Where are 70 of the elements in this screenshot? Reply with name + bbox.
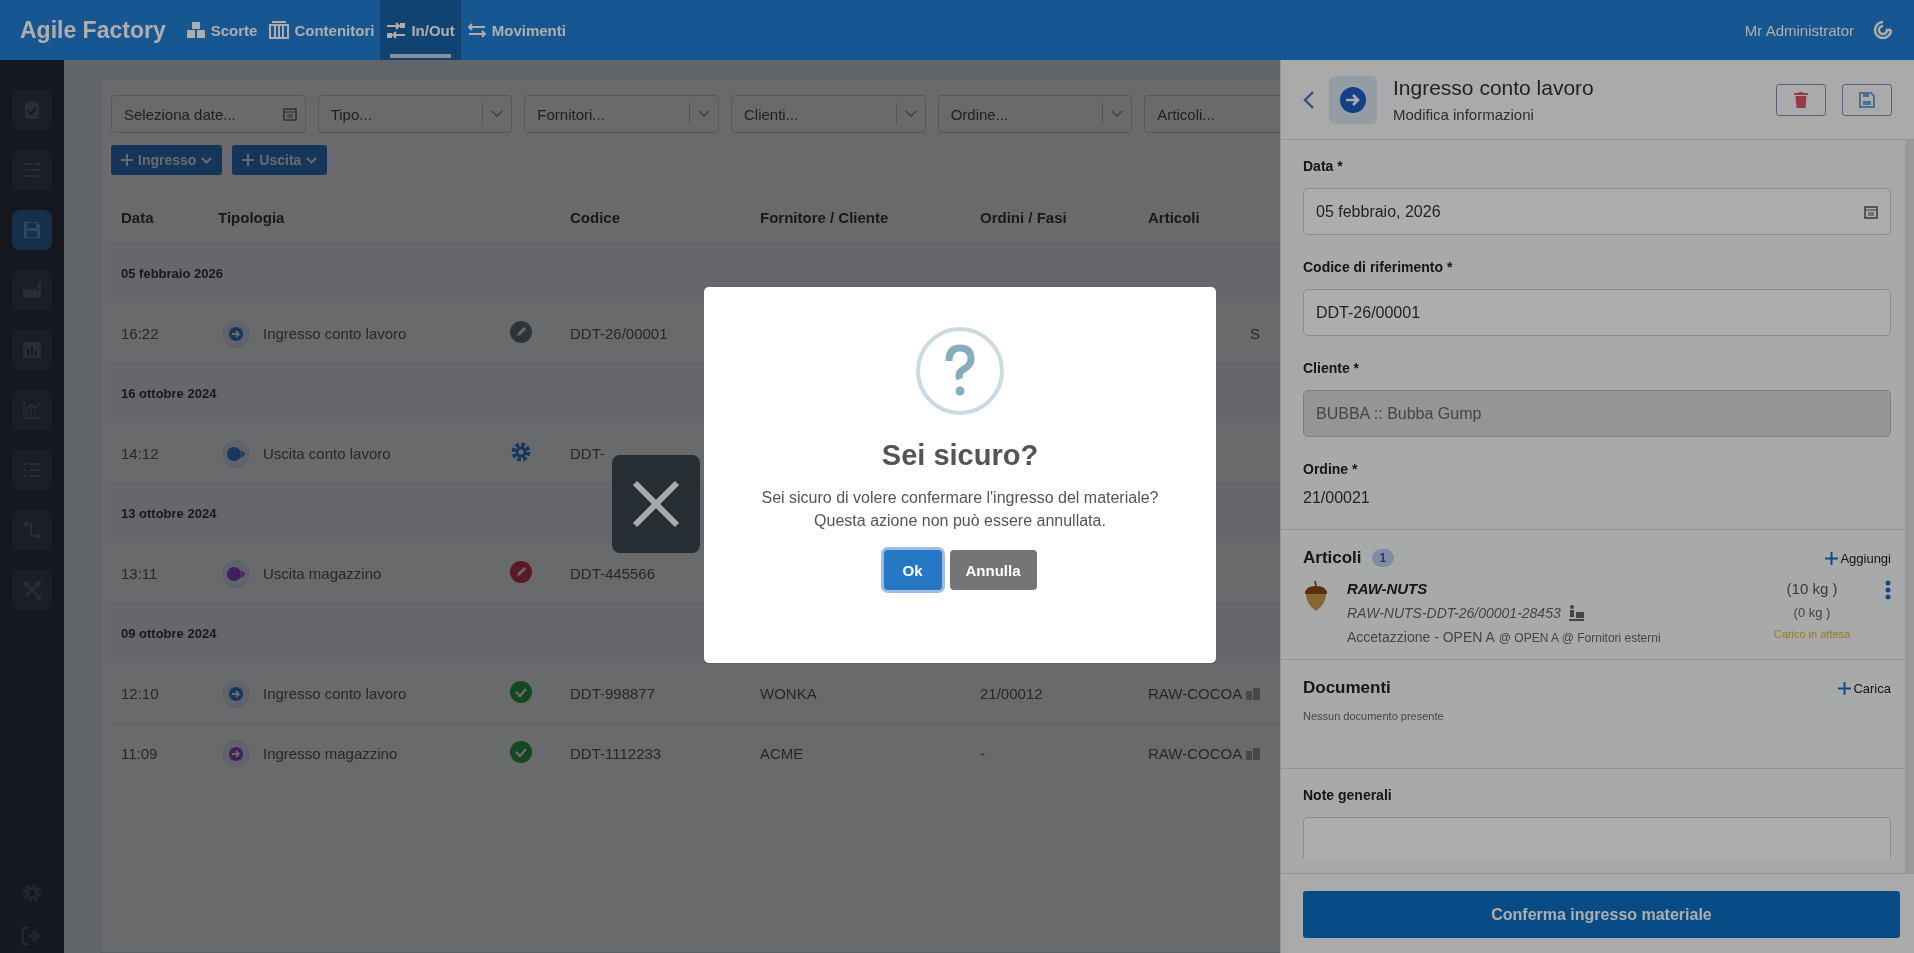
nav-link[interactable]: Scorte [179, 0, 264, 60]
order-value: 21/00021 [1303, 489, 1371, 507]
ok-button[interactable]: Ok [883, 550, 942, 590]
field-label: Note generali [1303, 787, 1393, 803]
loaded-quantity: (0 kg ) [1793, 605, 1831, 620]
select-field[interactable]: Articoli... [1144, 95, 1280, 133]
order-cell-text: - [979, 745, 986, 762]
select-field[interactable]: Ordine... [937, 95, 1133, 133]
column-header: Codice [569, 208, 621, 226]
panel-title: Ingresso conto lavoro [1393, 76, 1595, 100]
code-cell-text: DDT-445566 [569, 565, 657, 582]
confirm-button[interactable]: Conferma ingresso materiale [1303, 891, 1900, 938]
time-cell-text: 14:12 [120, 445, 160, 462]
column-header: Fornitore / Cliente [759, 208, 890, 226]
section-title: Documenti [1303, 678, 1391, 698]
select-field[interactable]: Fornitori... [524, 95, 719, 133]
cancel-button[interactable]: Annulla [949, 550, 1037, 590]
count-badge: 1 [1371, 549, 1395, 567]
code-cell-text: DDT-998877 [569, 685, 657, 702]
column-header: Data [120, 208, 155, 226]
input-field[interactable]: DDT-26/00001 [1303, 289, 1891, 336]
add-menu-button[interactable]: Ingresso [111, 145, 223, 175]
code-cell-text: DDT-1112233 [569, 745, 663, 762]
select-field[interactable]: Clienti... [731, 95, 926, 133]
user-name[interactable]: Mr Administrator [1744, 21, 1854, 39]
article-cell: S [1250, 325, 1260, 342]
field-label: Codice di riferimento * [1303, 259, 1454, 275]
supplier-cell-text: WONKA [759, 685, 818, 702]
time-cell-text: 11:09 [120, 745, 159, 762]
code-cell-text: DDT-26/00001 [569, 325, 669, 342]
status-text: Carico in attesa [1773, 628, 1851, 640]
column-header: Tipologia [217, 208, 286, 226]
date-field[interactable]: 05 febbraio, 2026 [1303, 188, 1891, 235]
column-header: Articoli [1147, 208, 1201, 226]
add-link[interactable]: Aggiungi [1825, 550, 1891, 566]
lot-code: RAW-NUTS-DDT-26/00001-28453 [1347, 605, 1561, 621]
nav-link[interactable]: In/Out [380, 0, 461, 60]
section-title: Articoli [1303, 548, 1362, 568]
field-label: Cliente * [1303, 360, 1360, 376]
add-menu-button[interactable]: Uscita [232, 145, 328, 175]
time-cell-text: 12:10 [120, 685, 160, 702]
article-name: RAW-NUTS [1347, 580, 1429, 597]
column-header: Ordini / Fasi [979, 208, 1068, 226]
dialog-title: Sei sicuro? [881, 439, 1039, 472]
select-field[interactable]: Tipo... [317, 95, 513, 133]
phase-text: Accetazzione - OPEN A [1347, 629, 1495, 645]
nav-link[interactable]: Contenitori [263, 0, 381, 60]
article-cell: RAW-COCOA [1148, 685, 1243, 702]
type-cell: Uscita conto lavoro [263, 445, 391, 462]
nav-link[interactable]: Movimenti [460, 0, 572, 60]
upload-link[interactable]: Carica [1838, 680, 1891, 696]
time-cell-text: 13:11 [120, 565, 159, 582]
field-label: Data * [1303, 158, 1344, 174]
panel-subtitle: Modifica informazioni [1393, 106, 1535, 123]
dialog-message: Sei sicuro di volere confermare l'ingresso del materiale? Questa azione non può essere annullata. [760, 488, 1160, 531]
type-cell: Ingresso magazzino [263, 745, 398, 762]
supplier-cell-text: ACME [759, 745, 805, 762]
order-cell-text: 21/00012 [979, 685, 1044, 702]
type-cell: Uscita magazzino [263, 565, 382, 582]
quantity: (10 kg ) [1786, 580, 1838, 597]
app-logo: Agile Factory [20, 16, 166, 44]
field-label: Ordine * [1303, 461, 1359, 477]
date-field[interactable]: Seleziona date... [111, 95, 306, 133]
type-cell: Ingresso conto lavoro [263, 325, 407, 342]
empty-message: Nessun documento presente [1303, 710, 1445, 724]
location-text: @ OPEN A @ Fornitori esterni [1498, 631, 1661, 645]
code-cell-text: DDT- [569, 445, 606, 462]
article-cell: RAW-COCOA [1148, 745, 1243, 762]
type-cell: Ingresso conto lavoro [263, 685, 407, 702]
time-cell-text: 16:22 [120, 325, 160, 342]
